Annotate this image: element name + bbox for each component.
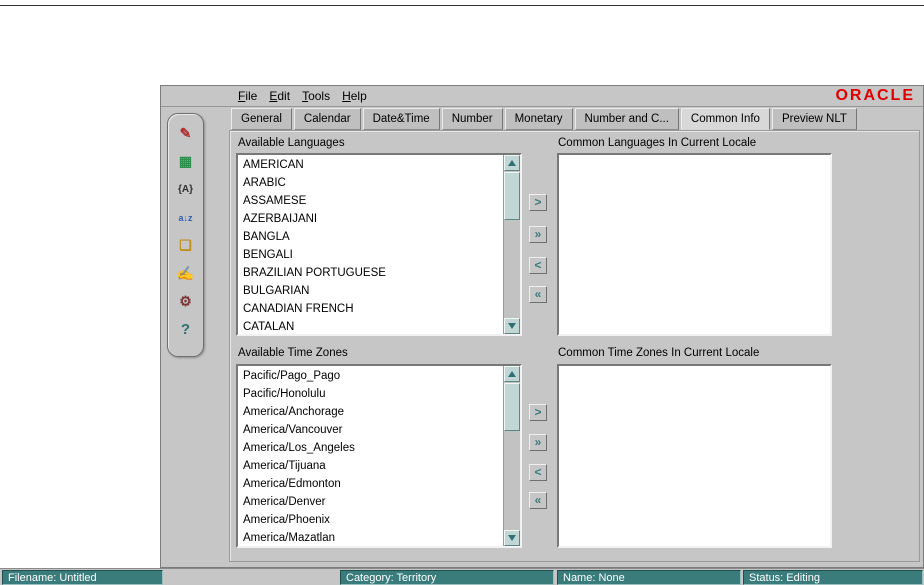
left-toolbar: ✎ ▦ {A} a↓z ❏ ✍ ⚙? — [167, 113, 204, 357]
list-item[interactable]: AZERBAIJANI — [239, 210, 502, 228]
status-category: Category: Territory — [340, 570, 554, 585]
lang-move-right-button[interactable]: > — [529, 194, 547, 211]
tab-content-panel: Available Languages Common Languages In … — [229, 130, 920, 562]
save-file-icon[interactable]: ✍ — [173, 261, 199, 286]
list-item[interactable]: America/Los_Angeles — [239, 439, 502, 457]
menu-edit[interactable]: Edit — [269, 89, 290, 103]
tz-move-right-button[interactable]: > — [529, 404, 547, 421]
new-territory-icon[interactable]: ▦ — [173, 149, 199, 174]
list-item[interactable]: BANGLA — [239, 228, 502, 246]
app-window: File Edit Tools Help ORACLE General Calendar… — [160, 85, 924, 568]
tab-number-and-c[interactable]: Number and C... — [574, 108, 679, 130]
tab-date-time[interactable]: Date&Time — [362, 108, 440, 130]
up-arrow-icon — [508, 160, 516, 166]
tab-number[interactable]: Number — [441, 108, 503, 130]
list-item[interactable]: AMERICAN — [239, 156, 502, 174]
up-arrow-icon — [508, 371, 516, 377]
tab-bar: General Calendar Date&Time Number Monetary Nu… — [231, 108, 859, 130]
preview-tool-icon[interactable]: ⚙ — [173, 289, 199, 314]
scroll-up-button[interactable] — [504, 155, 520, 171]
list-item[interactable]: America/Anchorage — [239, 403, 502, 421]
available-timezones-list[interactable]: Pacific/Pago_Pago Pacific/Honolulu America… — [236, 364, 522, 548]
tab-general[interactable]: General — [231, 108, 292, 130]
lang-move-all-left-button[interactable]: « — [529, 286, 547, 303]
available-timezones-label: Available Time Zones — [238, 347, 348, 359]
list-item[interactable]: CATALAN — [239, 318, 502, 333]
tab-common-info[interactable]: Common Info — [680, 108, 770, 130]
common-timezones-items — [560, 367, 829, 545]
common-languages-label: Common Languages In Current Locale — [558, 137, 757, 149]
new-language-icon[interactable]: ✎ — [173, 121, 199, 146]
tz-move-all-right-button[interactable]: » — [529, 434, 547, 451]
available-languages-items: AMERICAN ARABIC ASSAMESE AZERBAIJANI BANGLA B… — [239, 156, 502, 333]
status-bar: Filename: Untitled Category: Territory N… — [0, 568, 924, 585]
tz-move-left-button[interactable]: < — [529, 464, 547, 481]
tab-preview-nlt[interactable]: Preview NLT — [771, 108, 857, 130]
down-arrow-icon — [508, 323, 516, 329]
list-item[interactable]: BULGARIAN — [239, 282, 502, 300]
list-item[interactable]: America/Edmonton — [239, 475, 502, 493]
list-item[interactable]: BRAZILIAN PORTUGUESE — [239, 264, 502, 282]
available-languages-scrollbar[interactable] — [503, 155, 520, 334]
status-name: Name: None — [557, 570, 741, 585]
available-languages-label: Available Languages — [238, 137, 345, 149]
tab-monetary[interactable]: Monetary — [504, 108, 573, 130]
scroll-down-button[interactable] — [504, 318, 520, 334]
lang-move-all-right-button[interactable]: » — [529, 226, 547, 243]
list-item[interactable]: BENGALI — [239, 246, 502, 264]
menu-bar: File Edit Tools Help ORACLE — [161, 86, 923, 107]
list-item[interactable]: Pacific/Honolulu — [239, 385, 502, 403]
common-languages-list[interactable] — [557, 153, 832, 336]
tab-calendar[interactable]: Calendar — [293, 108, 361, 130]
list-item[interactable]: ARABIC — [239, 174, 502, 192]
scroll-thumb[interactable] — [504, 172, 520, 220]
menu-items: File Edit Tools Help — [238, 86, 367, 106]
list-item[interactable]: America/Mazatlan — [239, 529, 502, 545]
common-languages-items — [560, 156, 829, 333]
new-charset-icon[interactable]: {A} — [173, 177, 199, 202]
list-item[interactable]: America/Denver — [239, 493, 502, 511]
available-timezones-scrollbar[interactable] — [503, 366, 520, 546]
common-timezones-list[interactable] — [557, 364, 832, 548]
list-item[interactable]: CANADIAN FRENCH — [239, 300, 502, 318]
common-timezones-label: Common Time Zones In Current Locale — [558, 347, 760, 359]
menu-file[interactable]: File — [238, 89, 257, 103]
down-arrow-icon — [508, 535, 516, 541]
list-item[interactable]: Pacific/Pago_Pago — [239, 367, 502, 385]
scroll-down-button[interactable] — [504, 530, 520, 546]
available-languages-list[interactable]: AMERICAN ARABIC ASSAMESE AZERBAIJANI BANGLA B… — [236, 153, 522, 336]
tz-move-all-left-button[interactable]: « — [529, 492, 547, 509]
list-item[interactable]: America/Tijuana — [239, 457, 502, 475]
oracle-logo: ORACLE — [835, 87, 915, 104]
list-item[interactable]: ASSAMESE — [239, 192, 502, 210]
top-border-line — [0, 5, 924, 6]
scroll-up-button[interactable] — [504, 366, 520, 382]
list-item[interactable]: America/Phoenix — [239, 511, 502, 529]
menu-tools[interactable]: Tools — [302, 89, 330, 103]
lang-move-left-button[interactable]: < — [529, 257, 547, 274]
status-status: Status: Editing — [743, 570, 923, 585]
menu-help[interactable]: Help — [342, 89, 367, 103]
help-icon[interactable]: ? — [173, 317, 199, 342]
scroll-thumb[interactable] — [504, 383, 520, 431]
new-sort-icon[interactable]: a↓z — [173, 205, 199, 230]
open-file-icon[interactable]: ❏ — [173, 233, 199, 258]
available-timezones-items: Pacific/Pago_Pago Pacific/Honolulu America… — [239, 367, 502, 545]
status-filename: Filename: Untitled — [2, 570, 163, 585]
list-item[interactable]: America/Vancouver — [239, 421, 502, 439]
